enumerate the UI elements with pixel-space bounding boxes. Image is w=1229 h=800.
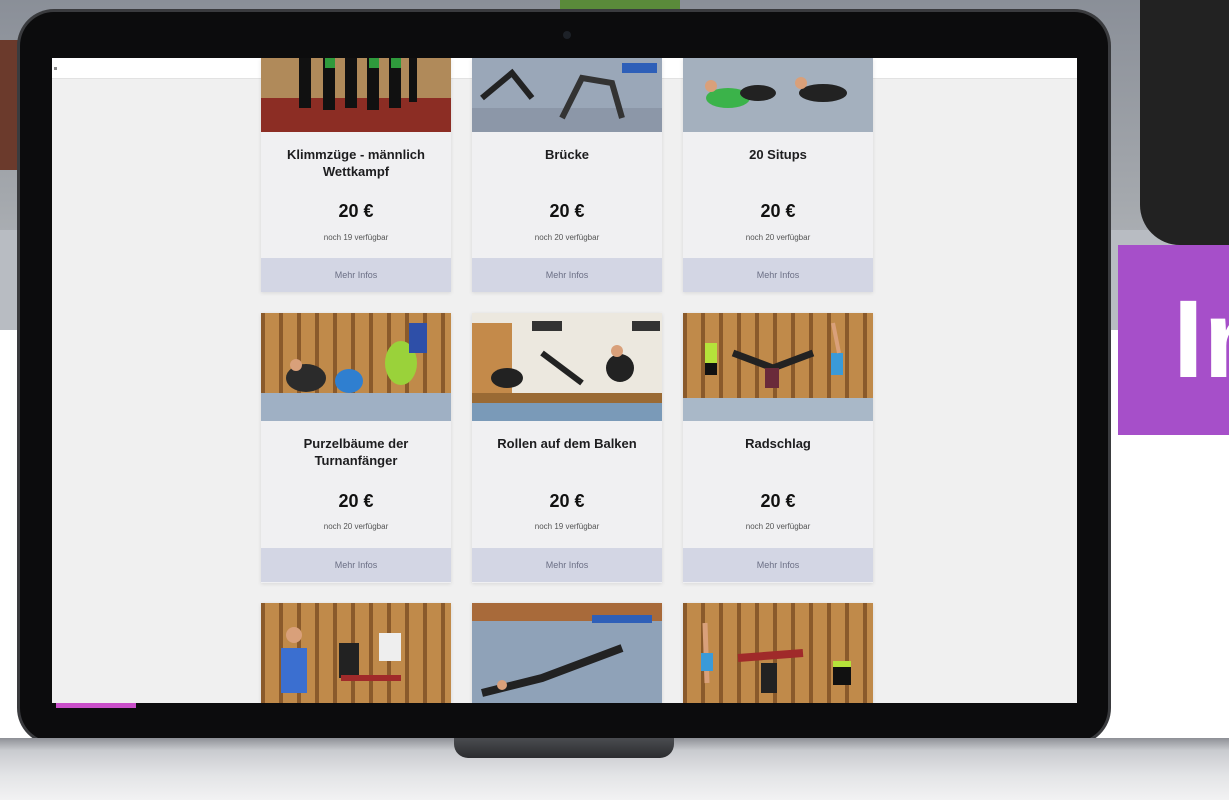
product-price: 20 € xyxy=(549,491,585,511)
product-card: Rollen auf dem Balken 20 € noch 19 verfü… xyxy=(472,313,662,583)
product-title: Rollen auf dem Balken xyxy=(497,436,637,451)
product-card: Brücke 20 € noch 20 verfügbar Mehr Infos xyxy=(472,58,662,292)
product-photo xyxy=(261,58,451,132)
product-card: Purzelbäume der Turnanfänger 20 € noch 2… xyxy=(261,313,451,583)
banner-text: In xyxy=(1173,278,1229,401)
camera-icon xyxy=(563,31,571,39)
product-title: Klimmzüge - männlich Wettkampf xyxy=(287,147,425,179)
product-photo xyxy=(472,603,662,703)
menu-icon xyxy=(54,67,57,70)
more-info-button[interactable]: Mehr Infos xyxy=(261,548,451,582)
product-photo xyxy=(261,603,451,703)
product-card: Klimmzüge - männlich Wettkampf 20 € noch… xyxy=(261,58,451,292)
product-title: Brücke xyxy=(544,147,590,162)
product-price: 20 € xyxy=(760,201,796,221)
laptop-notch xyxy=(454,738,674,758)
product-photo xyxy=(261,313,451,421)
person-silhouette xyxy=(1140,0,1229,245)
product-card xyxy=(683,603,873,703)
product-photo xyxy=(472,58,662,132)
product-availability: noch 20 verfügbar xyxy=(745,522,811,531)
product-title: 20 Situps xyxy=(749,147,807,162)
product-availability: noch 19 verfügbar xyxy=(534,522,600,531)
product-availability: noch 20 verfügbar xyxy=(534,233,600,242)
product-price: 20 € xyxy=(760,491,796,511)
product-price: 20 € xyxy=(338,201,374,221)
product-title: Purzelbäume der Turnanfänger xyxy=(303,436,409,468)
more-info-button[interactable]: Mehr Infos xyxy=(472,258,662,292)
more-info-button[interactable]: Mehr Infos xyxy=(683,548,873,582)
product-availability: noch 20 verfügbar xyxy=(323,522,389,531)
product-price: 20 € xyxy=(338,491,374,511)
purple-banner: In xyxy=(1118,245,1229,435)
more-info-button[interactable]: Mehr Infos xyxy=(261,258,451,292)
product-photo xyxy=(683,58,873,132)
product-price: 20 € xyxy=(549,201,585,221)
product-photo xyxy=(683,313,873,421)
product-card xyxy=(472,603,662,703)
product-card: 20 Situps 20 € noch 20 verfügbar Mehr In… xyxy=(683,58,873,292)
product-photo xyxy=(683,603,873,703)
laptop-screen: Klimmzüge - männlich Wettkampf 20 € noch… xyxy=(52,58,1077,703)
product-title: Radschlag xyxy=(745,436,811,451)
more-info-button[interactable]: Mehr Infos xyxy=(472,548,662,582)
product-grid: Klimmzüge - männlich Wettkampf 20 € noch… xyxy=(261,58,873,703)
more-info-button[interactable]: Mehr Infos xyxy=(683,258,873,292)
product-card xyxy=(261,603,451,703)
product-card: Radschlag 20 € noch 20 verfügbar Mehr In… xyxy=(683,313,873,583)
product-availability: noch 19 verfügbar xyxy=(323,233,389,242)
product-photo xyxy=(472,313,662,421)
product-availability: noch 20 verfügbar xyxy=(745,233,811,242)
